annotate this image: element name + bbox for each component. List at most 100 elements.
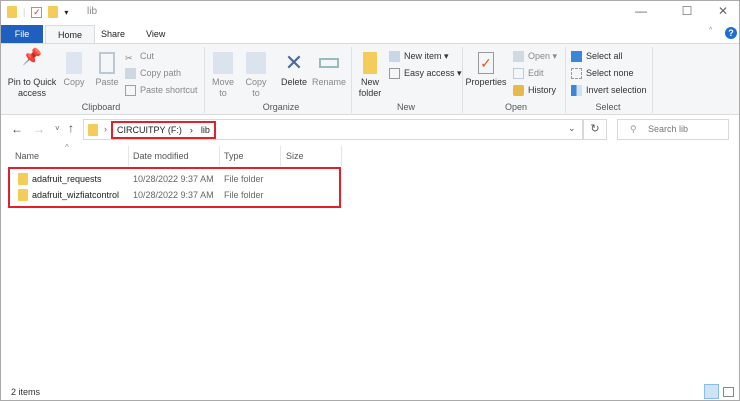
paste-shortcut-button[interactable]: Paste shortcut	[125, 82, 198, 99]
select-all-button[interactable]: Select all	[571, 48, 647, 65]
open-button[interactable]: Open ▾	[513, 48, 557, 65]
properties-qa-icon[interactable]: ✓	[31, 6, 43, 18]
maximize-button[interactable]: ☐	[677, 4, 697, 18]
label: New item ▾	[404, 51, 449, 61]
group-label-open: Open	[504, 102, 528, 112]
divider	[341, 146, 342, 166]
tab-file[interactable]: File	[1, 25, 43, 43]
breadcrumb: CIRCUITPY (F:) › lib	[111, 121, 216, 139]
history-icon	[513, 85, 524, 96]
table-row[interactable]: adafruit_wizfiatcontrol 10/28/2022 9:37 …	[13, 187, 333, 203]
close-button[interactable]: ✕	[713, 4, 733, 18]
column-header-date[interactable]: Date modified	[133, 151, 189, 161]
group-label-new: New	[396, 102, 415, 112]
label: History	[528, 85, 557, 95]
column-header-name[interactable]: Name	[15, 151, 39, 161]
file-date: 10/28/2022 9:37 AM	[133, 174, 214, 184]
select-all-icon	[571, 51, 582, 62]
divider	[462, 47, 463, 113]
copy-path-button[interactable]: Copy path	[125, 65, 198, 82]
history-button[interactable]: History	[513, 82, 557, 99]
label: Move to	[211, 77, 234, 98]
invert-selection-icon	[571, 85, 582, 96]
refresh-button[interactable]: ↻	[583, 119, 607, 140]
label: Select all	[586, 51, 623, 61]
details-view-button[interactable]	[704, 384, 719, 399]
breadcrumb-circuitpy[interactable]: CIRCUITPY (F:)	[117, 123, 182, 137]
column-header-type[interactable]: Type	[224, 151, 244, 161]
cut-button[interactable]: ✂ Cut	[125, 48, 198, 65]
folder-icon	[88, 124, 98, 136]
minimize-button[interactable]: —	[631, 4, 651, 18]
new-item-button[interactable]: New item ▾	[389, 48, 462, 65]
breadcrumb-lib[interactable]: lib	[201, 123, 210, 137]
search-input[interactable]: ⚲ Search lib	[617, 119, 729, 140]
label: Edit	[528, 68, 544, 78]
address-dropdown-icon[interactable]: ⌄	[568, 123, 576, 134]
tab-home[interactable]: Home	[45, 25, 96, 43]
label: Open ▾	[528, 51, 558, 61]
delete-x-icon: ✕	[284, 50, 304, 75]
easy-access-icon	[389, 68, 400, 79]
delete-button[interactable]: ✕ Delete	[279, 52, 309, 88]
ribbon: 📌 Pin to Quick access Copy Paste ✂ Cut Co…	[1, 43, 739, 115]
label: Copy	[63, 77, 85, 87]
tab-share[interactable]: Share	[89, 25, 137, 43]
file-date: 10/28/2022 9:37 AM	[133, 190, 214, 200]
divider	[565, 47, 566, 113]
group-label-clipboard: Clipboard	[81, 102, 121, 112]
divider	[351, 47, 352, 113]
label: Paste shortcut	[140, 85, 198, 95]
label: Cut	[140, 51, 155, 61]
move-to-icon	[213, 52, 233, 74]
forward-button[interactable]: →	[33, 122, 45, 136]
paste-icon	[99, 52, 115, 74]
invert-selection-button[interactable]: Invert selection	[571, 82, 647, 99]
breadcrumb-separator: ›	[104, 124, 107, 134]
label: Paste	[95, 77, 119, 87]
column-header-size[interactable]: Size	[286, 151, 304, 161]
customize-toolbar-icon[interactable]: ▾	[64, 8, 68, 17]
folder-icon	[7, 6, 17, 18]
back-button[interactable]: ←	[11, 122, 23, 136]
sort-ascending-icon: ^	[65, 143, 69, 152]
file-type: File folder	[224, 190, 264, 200]
new-item-icon	[389, 51, 400, 62]
collapse-ribbon-icon[interactable]: ^	[709, 27, 712, 34]
copy-button[interactable]: Copy	[61, 52, 87, 88]
new-folder-icon	[363, 52, 377, 74]
label: Properties	[465, 77, 507, 87]
properties-icon: ✓	[478, 52, 494, 74]
recent-locations-button[interactable]: ˅	[55, 124, 60, 133]
file-name: adafruit_requests	[32, 174, 102, 184]
quick-access-toolbar: | ✓ ▾	[7, 6, 68, 18]
divider	[280, 146, 281, 166]
folder-icon	[18, 173, 28, 185]
large-icons-view-button[interactable]	[723, 387, 734, 397]
easy-access-button[interactable]: Easy access ▾	[389, 65, 462, 82]
group-label-select: Select	[595, 102, 621, 112]
new-folder-button[interactable]: New folder	[355, 52, 385, 99]
group-label-organize: Organize	[262, 102, 300, 112]
move-to-button[interactable]: Move to	[209, 52, 237, 99]
edit-button[interactable]: Edit	[513, 65, 557, 82]
address-bar[interactable]: › CIRCUITPY (F:) › lib ⌄	[83, 119, 583, 140]
up-button[interactable]: ↑	[68, 121, 74, 135]
select-none-button[interactable]: Select none	[571, 65, 647, 82]
copy-to-button[interactable]: Copy to	[242, 52, 270, 99]
new-folder-qa-icon[interactable]	[48, 6, 59, 18]
rename-button[interactable]: Rename	[312, 52, 346, 88]
select-none-icon	[571, 68, 582, 79]
copy-path-icon	[125, 68, 136, 79]
paste-button[interactable]: Paste	[93, 52, 121, 88]
edit-icon	[513, 68, 524, 79]
pin-to-quick-access-button[interactable]: 📌 Pin to Quick access	[5, 49, 59, 99]
label: Delete	[280, 77, 307, 87]
help-icon[interactable]: ?	[725, 27, 737, 39]
label: Invert selection	[586, 85, 647, 95]
pin-icon: 📌	[22, 49, 42, 66]
properties-button[interactable]: ✓ Properties	[465, 52, 507, 88]
tab-view[interactable]: View	[134, 25, 177, 43]
label: Copy to	[245, 77, 267, 98]
table-row[interactable]: adafruit_requests 10/28/2022 9:37 AM Fil…	[13, 171, 333, 187]
